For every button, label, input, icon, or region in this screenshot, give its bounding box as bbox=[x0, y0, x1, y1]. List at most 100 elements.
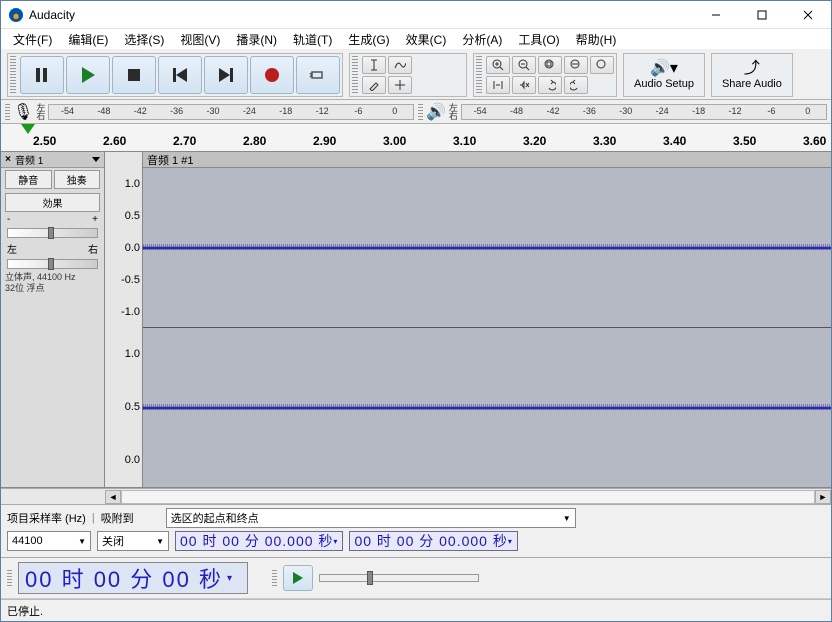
share-audio-button[interactable]: ⤴ Share Audio bbox=[711, 53, 793, 97]
horizontal-scrollbar[interactable]: ◄ ► bbox=[1, 488, 831, 504]
meter-toolbar: 🎙 左右 -54-48-42-36-30-24-18-12-60 🔊 左右 -5… bbox=[1, 100, 831, 124]
silence-button[interactable] bbox=[512, 76, 536, 94]
title-bar: Audacity bbox=[1, 1, 831, 29]
menu-item[interactable]: 轨道(T) bbox=[285, 30, 340, 49]
toolbar-grip[interactable] bbox=[476, 56, 482, 94]
selection-end-time[interactable]: 00 时 00 分 00.000 秒▾ bbox=[349, 531, 517, 551]
project-rate-combo[interactable]: 44100▼ bbox=[7, 531, 91, 551]
menu-item[interactable]: 生成(G) bbox=[340, 30, 397, 49]
clip-name[interactable]: 音频 1 #1 bbox=[143, 152, 831, 168]
playhead-icon[interactable] bbox=[21, 124, 35, 134]
undo-button[interactable] bbox=[538, 76, 562, 94]
minimize-button[interactable] bbox=[693, 1, 739, 29]
audio-setup-button[interactable]: 🔊▾ Audio Setup bbox=[623, 53, 705, 97]
skip-end-icon bbox=[219, 68, 233, 82]
pan-right-label: 右 bbox=[88, 241, 98, 256]
envelope-icon bbox=[394, 59, 406, 71]
share-icon: ⤴ bbox=[744, 59, 760, 78]
pause-icon bbox=[36, 68, 48, 82]
edit-group bbox=[473, 53, 617, 97]
menu-item[interactable]: 效果(C) bbox=[398, 30, 455, 49]
gain-slider[interactable] bbox=[7, 228, 98, 238]
selection-type-combo[interactable]: 选区的起点和终点▼ bbox=[166, 508, 576, 528]
toolbar-grip[interactable] bbox=[418, 104, 423, 120]
speaker-icon[interactable]: 🔊 bbox=[426, 102, 446, 122]
toolbar-grip[interactable] bbox=[5, 104, 10, 120]
record-button[interactable] bbox=[250, 56, 294, 94]
zoom-toggle-button[interactable] bbox=[590, 56, 614, 74]
audio-position-display[interactable]: 00 时 00 分 00 秒▾ bbox=[18, 562, 248, 594]
menu-item[interactable]: 编辑(E) bbox=[60, 30, 116, 49]
tracks-area: × 音频 1 静音 独奏 効果 -+ 左右 立体声, 44100 Hz 32位 … bbox=[1, 152, 831, 488]
fit-sel-icon bbox=[544, 59, 556, 71]
redo-button[interactable] bbox=[564, 76, 588, 94]
maximize-button[interactable] bbox=[739, 1, 785, 29]
fit-project-button[interactable] bbox=[564, 56, 588, 74]
skip-start-button[interactable] bbox=[158, 56, 202, 94]
pause-button[interactable] bbox=[20, 56, 64, 94]
vertical-scale-right[interactable]: 1.00.50.0 bbox=[105, 328, 143, 488]
menu-item[interactable]: 帮助(H) bbox=[568, 30, 625, 49]
skip-end-button[interactable] bbox=[204, 56, 248, 94]
scroll-left-button[interactable]: ◄ bbox=[105, 490, 121, 504]
toolbar-grip[interactable] bbox=[352, 56, 358, 94]
menu-item[interactable]: 文件(F) bbox=[5, 30, 60, 49]
selection-start-time[interactable]: 00 时 00 分 00.000 秒▾ bbox=[175, 531, 343, 551]
fit-selection-button[interactable] bbox=[538, 56, 562, 74]
multi-tool[interactable] bbox=[388, 76, 412, 94]
scroll-track[interactable] bbox=[121, 490, 815, 504]
speaker-icon: 🔊▾ bbox=[650, 59, 678, 78]
loop-button[interactable] bbox=[296, 56, 340, 94]
waveform-channel-left[interactable] bbox=[143, 168, 831, 328]
timeline-ruler[interactable]: 2.502.602.702.802.903.003.103.203.303.40… bbox=[1, 124, 831, 152]
close-button[interactable] bbox=[785, 1, 831, 29]
play-icon bbox=[293, 572, 303, 584]
play-button[interactable] bbox=[66, 56, 110, 94]
track-bitdepth-info: 32位 浮点 bbox=[1, 283, 104, 294]
selection-toolbar: 项目采样率 (Hz) | 吸附到 选区的起点和终点▼ 44100▼ 关闭▼ 00… bbox=[1, 504, 831, 558]
snap-to-label: 吸附到 bbox=[101, 510, 134, 526]
selection-tool[interactable] bbox=[362, 56, 386, 74]
recording-meter[interactable]: -54-48-42-36-30-24-18-12-60 bbox=[48, 104, 414, 120]
pan-slider[interactable] bbox=[7, 259, 98, 269]
track-format-info: 立体声, 44100 Hz bbox=[1, 272, 104, 283]
skip-start-icon bbox=[173, 68, 187, 82]
stop-button[interactable] bbox=[112, 56, 156, 94]
play-at-speed-button[interactable] bbox=[283, 565, 313, 591]
audio-setup-label: Audio Setup bbox=[634, 78, 694, 91]
toolbar-grip[interactable] bbox=[272, 570, 277, 586]
silence-icon bbox=[518, 79, 530, 91]
vertical-scale-left[interactable]: 1.00.50.0-0.5-1.0 bbox=[105, 168, 143, 328]
effects-button[interactable]: 効果 bbox=[5, 193, 100, 212]
menu-item[interactable]: 工具(O) bbox=[510, 30, 567, 49]
play-icon bbox=[82, 67, 95, 83]
menu-item[interactable]: 视图(V) bbox=[172, 30, 228, 49]
menu-item[interactable]: 播录(N) bbox=[228, 30, 285, 49]
track-control-panel: × 音频 1 静音 独奏 効果 -+ 左右 立体声, 44100 Hz 32位 … bbox=[1, 152, 105, 487]
gain-minus-label: - bbox=[7, 214, 10, 225]
menu-item[interactable]: 分析(A) bbox=[454, 30, 510, 49]
mic-icon[interactable]: 🎙 bbox=[13, 102, 33, 122]
playback-meter[interactable]: -54-48-42-36-30-24-18-12-60 bbox=[461, 104, 827, 120]
track-header[interactable]: × 音频 1 bbox=[1, 152, 104, 168]
toolbar-grip[interactable] bbox=[10, 56, 16, 94]
zoom-in-button[interactable] bbox=[486, 56, 510, 74]
rec-channels: 左右 bbox=[36, 104, 45, 120]
status-bar: 已停止. bbox=[1, 599, 831, 621]
envelope-tool[interactable] bbox=[388, 56, 412, 74]
toolbar-grip[interactable] bbox=[7, 570, 12, 586]
menu-item[interactable]: 选择(S) bbox=[116, 30, 172, 49]
draw-tool[interactable] bbox=[362, 76, 386, 94]
trim-button[interactable] bbox=[486, 76, 510, 94]
track-name[interactable]: 音频 1 bbox=[15, 152, 92, 167]
mute-button[interactable]: 静音 bbox=[5, 170, 52, 189]
ibeam-icon bbox=[368, 59, 380, 71]
zoom-out-button[interactable] bbox=[512, 56, 536, 74]
playback-speed-slider[interactable] bbox=[319, 574, 479, 582]
snap-to-combo[interactable]: 关闭▼ bbox=[97, 531, 169, 551]
scroll-right-button[interactable]: ► bbox=[815, 490, 831, 504]
track-close-button[interactable]: × bbox=[1, 154, 15, 165]
solo-button[interactable]: 独奏 bbox=[54, 170, 101, 189]
waveform-channel-right[interactable] bbox=[143, 328, 831, 488]
track-menu-dropdown-icon[interactable] bbox=[92, 157, 100, 162]
